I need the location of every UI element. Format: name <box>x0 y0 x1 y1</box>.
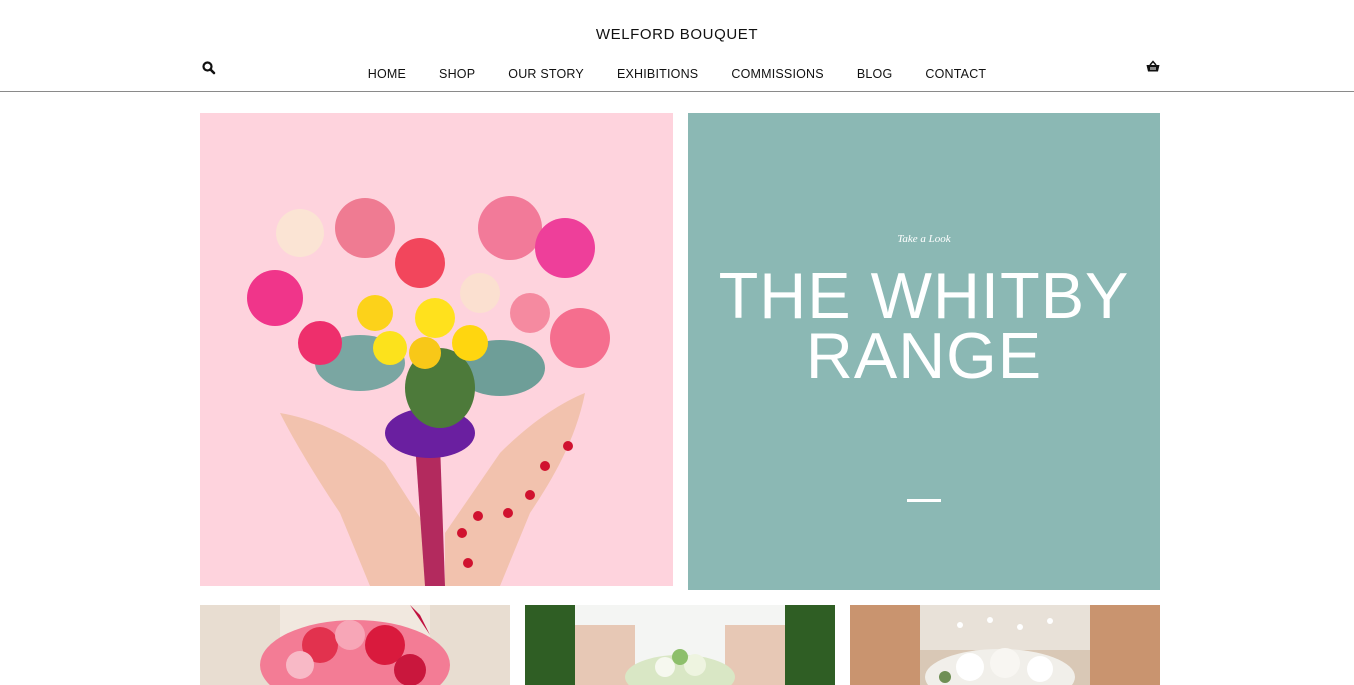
gallery-thumbnail-1[interactable] <box>200 605 510 685</box>
feature-eyebrow: Take a Look <box>897 233 951 245</box>
nav-item-commissions[interactable]: COMMISSIONS <box>731 67 823 81</box>
nav-item-our-story[interactable]: OUR STORY <box>508 67 584 81</box>
feature-title: THE WHITBY RANGE <box>718 259 1130 392</box>
nav-item-shop[interactable]: SHOP <box>439 67 475 81</box>
nav-item-exhibitions[interactable]: EXHIBITIONS <box>617 67 698 81</box>
nav-item-blog[interactable]: BLOG <box>857 67 893 81</box>
basket-icon[interactable] <box>1145 59 1161 75</box>
nav-item-home[interactable]: HOME <box>368 67 406 81</box>
hero-image[interactable] <box>200 113 673 586</box>
feature-panel[interactable]: Take a Look THE WHITBY RANGE <box>688 113 1160 590</box>
site-header: WELFORD BOUQUET HOME SHOP OUR STORY EXHI… <box>0 0 1354 92</box>
gallery-thumbnail-2[interactable] <box>525 605 835 685</box>
site-title[interactable]: WELFORD BOUQUET <box>0 26 1354 43</box>
gallery-thumbnail-3[interactable] <box>850 605 1160 685</box>
feature-divider <box>907 499 941 502</box>
nav-item-contact[interactable]: CONTACT <box>925 67 986 81</box>
